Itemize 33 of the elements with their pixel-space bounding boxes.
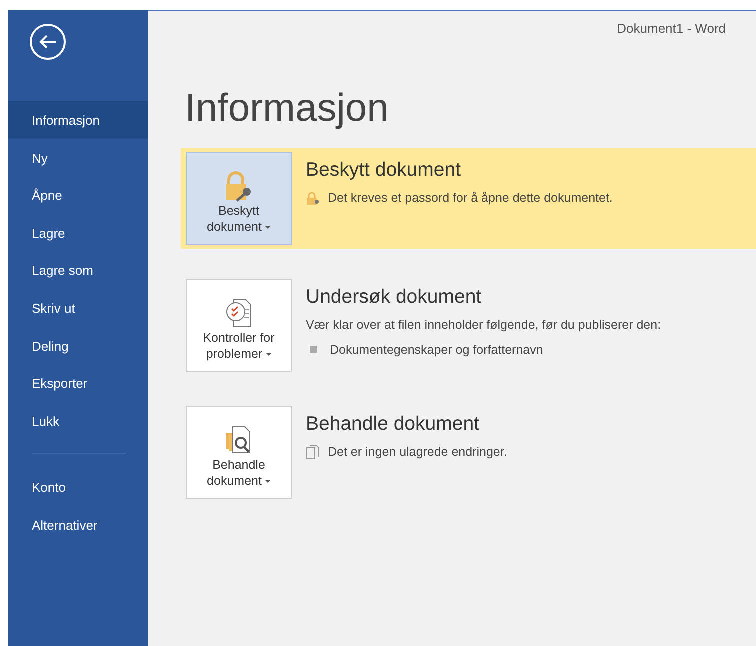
detail-text: Det er ingen ulagrede endringer. bbox=[328, 444, 508, 461]
section-heading: Behandle dokument bbox=[306, 412, 480, 436]
checklist-document-icon bbox=[224, 298, 254, 330]
back-button[interactable] bbox=[30, 24, 66, 60]
bullet-icon bbox=[310, 346, 317, 354]
document-icon bbox=[306, 444, 320, 460]
caret-icon bbox=[264, 226, 271, 230]
dropdown-button[interactable]: Kontroller for problemer bbox=[186, 278, 292, 372]
caret-icon bbox=[266, 353, 272, 356]
sidebar-item[interactable]: Lukk bbox=[8, 402, 148, 440]
detail-text: Dokumentegenskaper og forfatternavn bbox=[330, 342, 544, 359]
dropdown-button[interactable]: Behandle dokument bbox=[186, 406, 292, 498]
sidebar-item[interactable]: Deling bbox=[8, 326, 148, 364]
sidebar-item[interactable]: Lagre bbox=[8, 214, 148, 252]
sidebar-item[interactable]: Alternativer bbox=[8, 506, 148, 544]
caret-icon bbox=[264, 480, 271, 484]
back-arrow-icon bbox=[39, 35, 57, 49]
dropdown-button[interactable]: Beskytt dokument bbox=[186, 152, 292, 244]
lock-key-icon bbox=[306, 190, 320, 206]
sidebar-item[interactable]: Ny bbox=[8, 138, 148, 176]
sidebar-item[interactable]: Informasjon bbox=[8, 101, 148, 139]
sidebar-item[interactable]: Åpne bbox=[8, 176, 148, 214]
detail-text: Det kreves et passord for å åpne dette dokumentet. bbox=[328, 190, 613, 207]
detail-text: Vær klar over at filen inneholder følgende, før du publiserer den: bbox=[306, 316, 662, 334]
section-heading: Undersøk dokument bbox=[306, 284, 483, 310]
window-title: Dokument1 - Word bbox=[617, 20, 726, 38]
sidebar-item[interactable]: Konto bbox=[8, 468, 148, 506]
sidebar-item[interactable]: Skriv ut bbox=[8, 288, 148, 327]
section-heading: Beskytt dokument bbox=[306, 158, 462, 182]
lock-key-icon bbox=[224, 171, 254, 203]
page-title: Informasjon bbox=[185, 88, 390, 128]
sidebar-item[interactable]: Lagre som bbox=[8, 251, 148, 289]
sidebar-item[interactable]: Eksporter bbox=[8, 364, 148, 402]
